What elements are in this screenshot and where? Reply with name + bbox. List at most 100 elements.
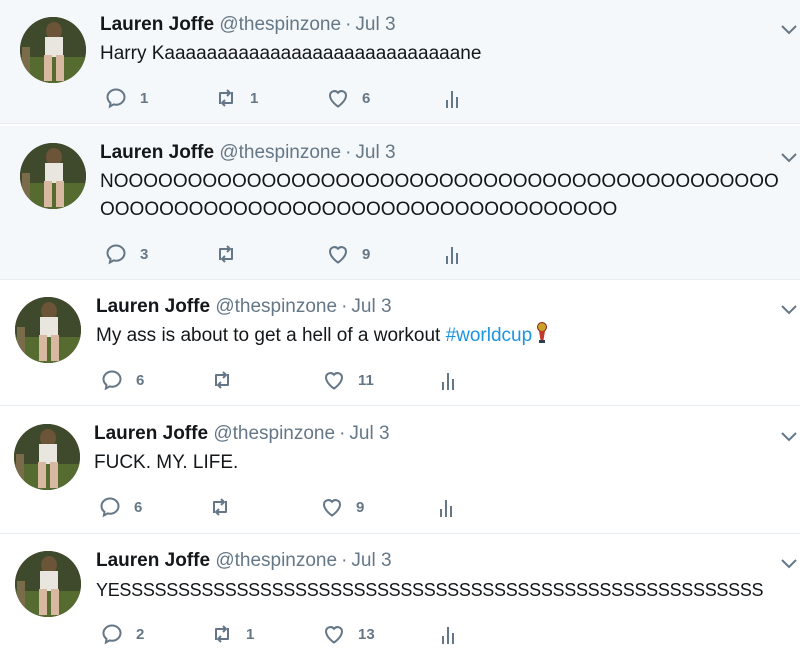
analytics-button[interactable] — [440, 86, 464, 110]
timestamp[interactable]: Jul 3 — [355, 142, 395, 163]
reply-button[interactable]: 3 — [104, 242, 148, 266]
reply-count: 2 — [136, 625, 145, 643]
tweet-text: My ass is about to get a hell of a worko… — [96, 322, 786, 350]
display-name[interactable]: Lauren Joffe — [100, 14, 214, 35]
heart-icon — [328, 246, 348, 264]
retweet-icon — [219, 245, 233, 263]
separator: · — [345, 142, 352, 163]
reply-count: 1 — [140, 89, 149, 107]
timestamp[interactable]: Jul 3 — [351, 296, 391, 317]
hashtag-link[interactable]: #worldcup — [446, 325, 533, 346]
tweet-text: YESSSSSSSSSSSSSSSSSSSSSSSSSSSSSSSSSSSSSS… — [96, 580, 764, 600]
chevron-down-icon[interactable] — [780, 24, 798, 36]
reply-count: 3 — [140, 245, 149, 263]
timestamp[interactable]: Jul 3 — [351, 550, 391, 571]
analytics-button[interactable] — [436, 622, 460, 646]
separator: · — [339, 423, 346, 444]
timestamp[interactable]: Jul 3 — [349, 423, 389, 444]
timestamp[interactable]: Jul 3 — [355, 14, 395, 35]
like-count: 9 — [362, 245, 371, 263]
separator: · — [341, 550, 348, 571]
tweet-header: Lauren Joffe @thespinzone · Jul 3 — [96, 550, 392, 572]
reply-button[interactable]: 1 — [104, 86, 148, 110]
reply-button[interactable]: 6 — [98, 495, 142, 519]
retweet-icon — [215, 371, 229, 389]
avatar[interactable] — [15, 551, 81, 617]
like-button[interactable]: 9 — [320, 495, 364, 519]
handle[interactable]: @thespinzone — [213, 423, 335, 444]
retweet-icon — [219, 89, 233, 107]
analytics-icon — [446, 247, 458, 264]
avatar[interactable] — [14, 424, 80, 490]
tweet[interactable]: Lauren Joffe @thespinzone · Jul 3 My ass i… — [0, 282, 800, 406]
tweet-actions: 6 11 — [100, 368, 500, 394]
chevron-down-icon[interactable] — [780, 304, 798, 316]
avatar[interactable] — [15, 297, 81, 363]
handle[interactable]: @thespinzone — [219, 142, 341, 163]
tweet[interactable]: Lauren Joffe @thespinzone · Jul 3 YESSSSSS… — [0, 536, 800, 661]
tweet-header: Lauren Joffe @thespinzone · Jul 3 — [100, 142, 396, 164]
tweet-text: NOOOOOOOOOOOOOOOOOOOOOOOOOOOOOOOOOOOOOOO… — [100, 171, 779, 220]
retweet-icon — [215, 625, 229, 643]
display-name[interactable]: Lauren Joffe — [96, 550, 210, 571]
tweet-header: Lauren Joffe @thespinzone · Jul 3 — [94, 423, 390, 445]
chevron-down-icon[interactable] — [780, 152, 798, 164]
reply-button[interactable]: 2 — [100, 622, 144, 646]
reply-count: 6 — [136, 371, 145, 389]
analytics-icon — [442, 373, 454, 390]
display-name[interactable]: Lauren Joffe — [94, 423, 208, 444]
world-cup-trophy-emoji — [537, 322, 548, 343]
heart-icon — [322, 499, 342, 517]
like-count: 11 — [358, 371, 374, 389]
retweet-icon — [213, 498, 227, 516]
analytics-icon — [440, 500, 452, 517]
analytics-button[interactable] — [436, 368, 460, 392]
retweet-button[interactable]: 1 — [214, 86, 258, 110]
retweet-button[interactable] — [214, 242, 250, 266]
like-button[interactable]: 11 — [322, 368, 374, 392]
retweet-count: 1 — [246, 625, 255, 643]
analytics-icon — [442, 627, 454, 644]
like-count: 6 — [362, 89, 371, 107]
handle[interactable]: @thespinzone — [219, 14, 341, 35]
tweet-actions: 6 9 — [98, 495, 498, 521]
reply-icon — [106, 244, 126, 265]
tweet[interactable]: Lauren Joffe @thespinzone · Jul 3 Harry Ka… — [0, 0, 800, 124]
display-name[interactable]: Lauren Joffe — [96, 296, 210, 317]
tweet-text-body: My ass is about to get a hell of a worko… — [96, 325, 446, 346]
tweet-actions: 3 9 — [104, 242, 504, 268]
chevron-down-icon[interactable] — [780, 558, 798, 570]
avatar[interactable] — [20, 143, 86, 209]
handle[interactable]: @thespinzone — [215, 550, 337, 571]
analytics-icon — [446, 91, 458, 108]
tweet-feed: Lauren Joffe @thespinzone · Jul 3 Harry Ka… — [0, 0, 800, 661]
reply-icon — [102, 624, 122, 645]
like-button[interactable]: 9 — [326, 242, 370, 266]
retweet-count: 1 — [250, 89, 259, 107]
tweet-text: Harry Kaaaaaaaaaaaaaaaaaaaaaaaaaaaane — [100, 43, 482, 64]
tweet[interactable]: Lauren Joffe @thespinzone · Jul 3 FUCK. MY… — [0, 408, 800, 534]
analytics-button[interactable] — [434, 495, 458, 519]
retweet-button[interactable] — [210, 368, 246, 392]
heart-icon — [328, 90, 348, 108]
reply-button[interactable]: 6 — [100, 368, 144, 392]
like-count: 13 — [358, 625, 375, 643]
chevron-down-icon[interactable] — [780, 431, 798, 443]
like-button[interactable]: 6 — [326, 86, 370, 110]
avatar[interactable] — [20, 17, 86, 83]
handle[interactable]: @thespinzone — [215, 296, 337, 317]
separator: · — [345, 14, 352, 35]
reply-icon — [106, 88, 126, 109]
heart-icon — [324, 626, 344, 644]
like-button[interactable]: 13 — [322, 622, 375, 646]
tweet-actions: 1 1 6 — [104, 86, 504, 112]
tweet-actions: 2 1 13 — [100, 622, 500, 648]
retweet-button[interactable]: 1 — [210, 622, 254, 646]
analytics-button[interactable] — [440, 242, 464, 266]
retweet-button[interactable] — [208, 495, 244, 519]
heart-icon — [324, 372, 344, 390]
display-name[interactable]: Lauren Joffe — [100, 142, 214, 163]
reply-icon — [100, 497, 120, 518]
tweet[interactable]: Lauren Joffe @thespinzone · Jul 3 NOOOOOOO… — [0, 126, 800, 280]
like-count: 9 — [356, 498, 365, 516]
